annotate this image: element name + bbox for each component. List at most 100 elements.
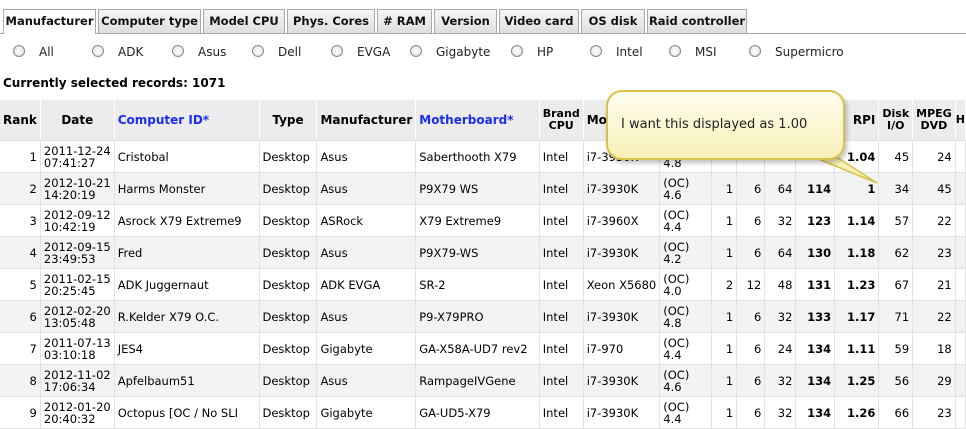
cell-mpeg: 23 (912, 236, 956, 269)
filter-evga[interactable]: EVGA (331, 43, 390, 61)
cell-disk: 71 (878, 300, 914, 333)
cell-date: 2012-10-21 14:20:19 (40, 172, 115, 205)
tab-model-cpu[interactable]: Model CPU (203, 9, 285, 33)
cell-mb: RampageIVGene (415, 364, 540, 397)
radio-icon[interactable] (331, 45, 343, 57)
col-type[interactable]: Type (259, 100, 318, 141)
cell-mfr: ASRock (316, 204, 417, 237)
cell-disk: 57 (878, 204, 914, 237)
cell-oc: (OC) 4.4 (659, 332, 713, 365)
cell-type: Desktop (259, 140, 318, 173)
cell-disk: 66 (878, 396, 914, 429)
cell-brand: Intel (539, 140, 584, 173)
col-computer-id[interactable]: Computer ID* (114, 100, 260, 141)
filter-hp[interactable]: HP (511, 43, 553, 61)
table-row[interactable]: 9 2012-01-20 20:40:32 Octopus [OC / No SLI D… (0, 396, 966, 429)
tab-phys-cores[interactable]: Phys. Cores (287, 9, 375, 33)
cell-brand: Intel (539, 236, 584, 269)
cell-c1: 1 (711, 364, 738, 397)
filter-intel[interactable]: Intel (590, 43, 643, 61)
radio-icon[interactable] (92, 45, 104, 57)
cell-brand: Intel (539, 396, 584, 429)
cell-mfr: Asus (316, 364, 417, 397)
filter-dell[interactable]: Dell (252, 43, 301, 61)
cell-mb: P9X79 WS (415, 172, 540, 205)
filter-msi[interactable]: MSI (669, 43, 717, 61)
radio-icon[interactable] (511, 45, 523, 57)
cell-model: i7-3930K (583, 172, 661, 205)
cell-score: 133 (795, 300, 836, 333)
cell-id: Octopus [OC / No SLI (114, 396, 260, 429)
radio-icon[interactable] (172, 45, 184, 57)
table-row[interactable]: 5 2011-02-15 20:25:45 ADK Juggernaut Desktop… (0, 268, 966, 301)
cell-score: 134 (795, 396, 836, 429)
cell-h (955, 332, 966, 365)
filter-supermicro[interactable]: Supermicro (749, 43, 844, 61)
radio-icon[interactable] (410, 45, 422, 57)
col-brand-cpu[interactable]: Brand CPU (539, 100, 584, 141)
cell-mpeg: 18 (912, 332, 956, 365)
filter-all[interactable]: All (13, 43, 54, 61)
tab-video-card[interactable]: Video card (499, 9, 579, 33)
tab-os-disk[interactable]: OS disk (581, 9, 645, 33)
cell-c1: 1 (711, 300, 738, 333)
radio-icon[interactable] (669, 45, 681, 57)
cell-c3: 32 (764, 300, 797, 333)
cell-date: 2012-02-20 13:05:48 (40, 300, 115, 333)
cell-mb: GA-UD5-X79 (415, 396, 540, 429)
cell-c1: 1 (711, 332, 738, 365)
col-h[interactable]: H (955, 100, 966, 141)
cell-rank: 9 (0, 396, 41, 429)
cell-type: Desktop (259, 204, 318, 237)
cell-id: ADK Juggernaut (114, 268, 260, 301)
cell-rpi: 1.11 (834, 332, 880, 365)
table-row[interactable]: 8 2012-11-02 17:06:34 Apfelbaum51 Desktop Asu… (0, 364, 966, 397)
cell-oc: (OC) 4.0 (659, 268, 713, 301)
cell-mb: Saberthooth X79 (415, 140, 540, 173)
table-row[interactable]: 7 2011-07-13 03:10:18 JES4 Desktop Gigabyte GA… (0, 332, 966, 365)
tab-version[interactable]: Version (434, 9, 497, 33)
cell-rank: 6 (0, 300, 41, 333)
cell-c2: 6 (736, 364, 766, 397)
col-manufacturer[interactable]: Manufacturer (316, 100, 417, 141)
cell-mb: P9X79-WS (415, 236, 540, 269)
radio-icon[interactable] (252, 45, 264, 57)
cell-oc: (OC) 4.2 (659, 236, 713, 269)
radio-icon[interactable] (749, 45, 761, 57)
col-date[interactable]: Date (40, 100, 115, 141)
filter-asus[interactable]: Asus (172, 43, 226, 61)
radio-icon[interactable] (13, 45, 25, 57)
col-disk-io[interactable]: Disk I/O (878, 100, 914, 141)
cell-disk: 34 (878, 172, 914, 205)
cell-model: i7-3930K (583, 300, 661, 333)
cell-rank: 5 (0, 268, 41, 301)
cell-id: Fred (114, 236, 260, 269)
table-row[interactable]: 2 2012-10-21 14:20:19 Harms Monster Desktop A… (0, 172, 966, 205)
cell-h (955, 396, 966, 429)
manufacturer-filter: All ADK Asus Dell EVGA Gigabyte HP Intel… (0, 40, 966, 64)
table-row[interactable]: 6 2012-02-20 13:05:48 R.Kelder X79 O.C. Desk… (0, 300, 966, 333)
col-motherboard[interactable]: Motherboard* (415, 100, 540, 141)
col-rank[interactable]: Rank (0, 100, 41, 141)
cell-type: Desktop (259, 172, 318, 205)
cell-score: 134 (795, 364, 836, 397)
cell-disk: 67 (878, 268, 914, 301)
cell-rank: 3 (0, 204, 41, 237)
tab-ram[interactable]: # RAM (377, 9, 432, 33)
cell-date: 2011-02-15 20:25:45 (40, 268, 115, 301)
cell-rpi: 1 (834, 172, 880, 205)
tab-raid-controller[interactable]: Raid controller (647, 9, 747, 33)
tab-manufacturer[interactable]: Manufacturer (3, 9, 96, 34)
cell-brand: Intel (539, 268, 584, 301)
cell-brand: Intel (539, 364, 584, 397)
cell-h (955, 236, 966, 269)
radio-icon[interactable] (590, 45, 602, 57)
col-mpeg-dvd[interactable]: MPEG DVD (912, 100, 956, 141)
table-row[interactable]: 3 2012-09-12 10:42:19 Asrock X79 Extreme9 De… (0, 204, 966, 237)
table-row[interactable]: 4 2012-09-15 23:49:53 Fred Desktop Asus P9X79-… (0, 236, 966, 269)
cell-brand: Intel (539, 300, 584, 333)
tab-computer-type[interactable]: Computer type (98, 9, 201, 33)
cell-c2: 6 (736, 172, 766, 205)
filter-gigabyte[interactable]: Gigabyte (410, 43, 490, 61)
filter-adk[interactable]: ADK (92, 43, 143, 61)
